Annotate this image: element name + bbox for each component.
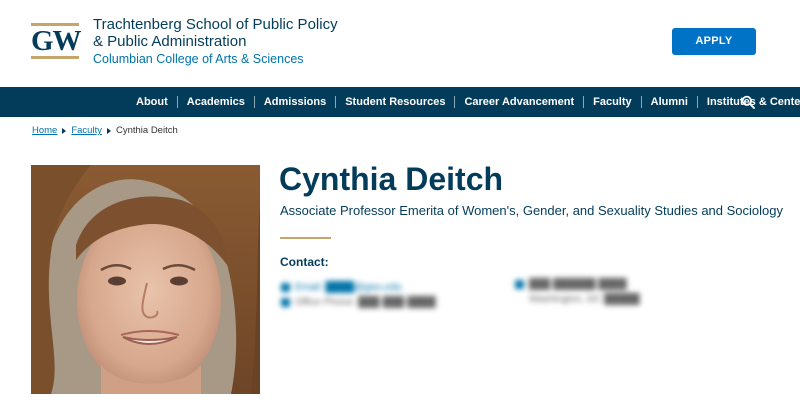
nav-list: About Academics Admissions Student Resou… — [127, 87, 800, 117]
nav-item-about[interactable]: About — [127, 96, 177, 108]
nav-item-faculty[interactable]: Faculty — [583, 96, 641, 108]
breadcrumb-separator-icon — [106, 128, 111, 134]
school-name[interactable]: Trachtenberg School of Public Policy & P… — [93, 16, 353, 67]
contact-heading: Contact: — [280, 255, 329, 269]
apply-button[interactable]: APPLY — [672, 28, 756, 55]
nav-item-academics[interactable]: Academics — [176, 96, 254, 108]
nav-item-admissions[interactable]: Admissions — [253, 96, 335, 108]
email-icon — [281, 283, 290, 292]
location-icon — [515, 280, 524, 289]
school-name-line2: & Public Administration — [93, 33, 247, 50]
gw-logo[interactable]: GW — [31, 23, 82, 59]
logo-letters: GW — [31, 25, 82, 57]
school-name-line1: Trachtenberg School of Public Policy — [93, 16, 338, 33]
nav-item-student-resources[interactable]: Student Resources — [335, 96, 454, 108]
breadcrumb-current: Cynthia Deitch — [115, 125, 178, 136]
breadcrumb-separator-icon — [62, 128, 67, 134]
contact-address: ███ ██████ ████ Washington, DC █████ — [515, 277, 655, 307]
contact-email-text: Email: ████@gwu.edu — [295, 282, 402, 293]
site-header: GW Trachtenberg School of Public Policy … — [0, 0, 800, 87]
nav-item-career-advancement[interactable]: Career Advancement — [454, 96, 583, 108]
college-name[interactable]: Columbian College of Arts & Sciences — [93, 51, 353, 67]
contact-details: Email: ████@gwu.edu Office Phone: ███-██… — [281, 280, 451, 310]
contact-phone[interactable]: Office Phone: ███-███-████ — [281, 295, 451, 310]
contact-phone-text: Office Phone: ███-███-████ — [295, 297, 436, 308]
search-icon[interactable] — [741, 95, 755, 109]
breadcrumb: Home Faculty Cynthia Deitch — [32, 125, 178, 137]
address-line1: ███ ██████ ████ — [515, 277, 655, 292]
phone-icon — [281, 298, 290, 307]
address-line2: Washington, DC █████ — [515, 292, 655, 307]
divider — [280, 237, 331, 239]
profile-photo-image — [31, 165, 260, 394]
breadcrumb-home[interactable]: Home — [32, 125, 57, 137]
logo-bar-bottom — [31, 56, 79, 59]
main-nav: About Academics Admissions Student Resou… — [0, 87, 800, 117]
profile-title: Associate Professor Emerita of Women's, … — [280, 203, 784, 218]
profile-name: Cynthia Deitch — [279, 161, 504, 197]
nav-item-alumni[interactable]: Alumni — [640, 96, 697, 108]
breadcrumb-faculty[interactable]: Faculty — [71, 125, 102, 137]
address-line2-text: Washington, DC █████ — [529, 294, 640, 305]
profile-photo — [31, 165, 260, 394]
address-line1-text: ███ ██████ ████ — [529, 279, 627, 290]
contact-email[interactable]: Email: ████@gwu.edu — [281, 280, 451, 295]
